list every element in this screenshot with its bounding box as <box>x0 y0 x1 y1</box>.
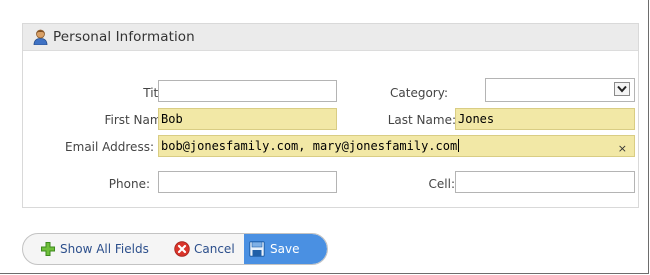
personal-info-panel: Personal Information Title: Category: Fi… <box>22 23 639 208</box>
category-label: Category: <box>390 86 448 100</box>
save-button[interactable]: Save <box>244 234 327 264</box>
email-label: Email Address: <box>65 140 154 154</box>
red-cancel-icon <box>174 241 190 257</box>
show-all-fields-button[interactable]: Show All Fields <box>23 234 164 264</box>
first-name-field[interactable]: Bob <box>158 108 337 130</box>
phone-label: Phone: <box>108 177 150 191</box>
clear-icon[interactable]: × <box>618 139 627 156</box>
cancel-label: Cancel <box>194 242 235 256</box>
cell-field[interactable] <box>455 171 635 193</box>
panel-title: Personal Information <box>53 29 195 45</box>
action-button-bar: Show All Fields Cancel Save <box>22 233 328 265</box>
dropdown-arrow-icon[interactable] <box>614 82 630 96</box>
cancel-button[interactable]: Cancel <box>164 234 244 264</box>
title-field[interactable] <box>158 80 337 102</box>
text-cursor <box>458 139 460 152</box>
last-name-field[interactable]: Jones <box>455 108 635 130</box>
person-icon <box>33 29 48 45</box>
email-value: bob@jonesfamily.com, mary@jonesfamily.co… <box>161 139 458 153</box>
panel-header: Personal Information <box>23 24 638 51</box>
show-all-fields-label: Show All Fields <box>60 242 149 256</box>
email-field[interactable]: bob@jonesfamily.com, mary@jonesfamily.co… <box>158 135 635 157</box>
category-select[interactable] <box>485 78 635 102</box>
last-name-value: Jones <box>458 112 495 126</box>
floppy-disk-icon <box>249 241 265 257</box>
last-name-label: Last Name: <box>387 113 456 127</box>
save-label: Save <box>270 242 300 256</box>
green-plus-icon <box>41 242 55 256</box>
first-name-value: Bob <box>161 112 183 126</box>
cell-label: Cell: <box>428 177 455 191</box>
phone-field[interactable] <box>158 171 337 193</box>
